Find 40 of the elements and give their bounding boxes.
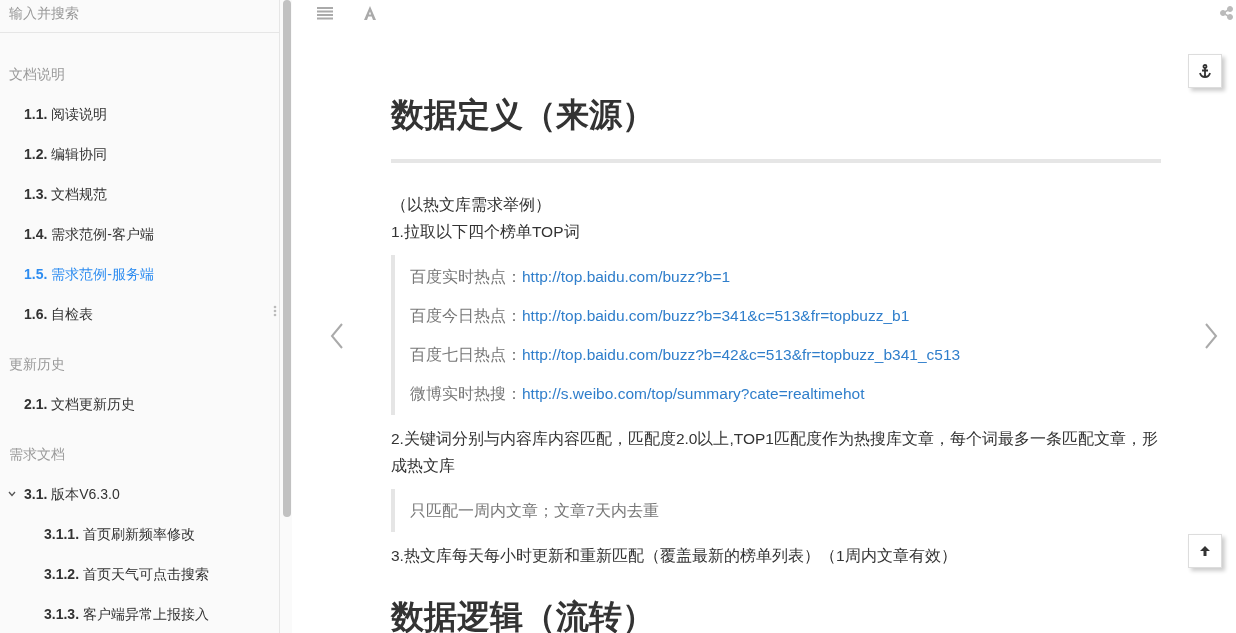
- url-link[interactable]: http://top.baidu.com/buzz?b=341&c=513&fr=topbuzz_b1: [522, 307, 910, 324]
- nav-link[interactable]: 1.3. 文档规范: [0, 174, 279, 214]
- nav-link[interactable]: 3.1.3. 客户端异常上报接入: [0, 594, 279, 633]
- font-size-icon[interactable]: [363, 6, 377, 20]
- section-header: 文档说明: [8, 65, 66, 84]
- quote-text: 只匹配一周内文章；文章7天内去重: [410, 502, 659, 519]
- resize-handle-icon[interactable]: [273, 305, 277, 317]
- nav-link[interactable]: 3.1. 版本V6.3.0: [0, 474, 279, 514]
- nav-link[interactable]: 2.1. 文档更新历史: [0, 384, 279, 424]
- next-page-icon[interactable]: [1204, 322, 1218, 350]
- share-icon[interactable]: [1220, 6, 1233, 20]
- quote-text: 百度实时热点：: [410, 268, 522, 285]
- anchor-icon: [1199, 64, 1211, 78]
- url-link[interactable]: http://top.baidu.com/buzz?b=1: [522, 268, 731, 285]
- caret-icon: [8, 490, 16, 498]
- url-link[interactable]: http://s.weibo.com/top/summary?cate=realtimehot: [522, 385, 865, 402]
- nav-link[interactable]: 1.1. 阅读说明: [0, 94, 279, 134]
- arrow-up-icon: [1199, 545, 1211, 557]
- paragraph: （以热文库需求举例）: [391, 195, 552, 215]
- quote-text: 百度今日热点：: [410, 307, 522, 324]
- nav-link[interactable]: 3.1.1. 首页刷新频率修改: [0, 514, 279, 554]
- paragraph: 2.关键词分别与内容库内容匹配，匹配度2.0以上,TOP1匹配度作为热搜库文章，每个词最多一条匹配文章，形成热文库: [391, 429, 1159, 476]
- paragraph: 3.热文库每天每小时更新和重新匹配（覆盖最新的榜单列表）（1周内文章有效）: [391, 546, 958, 566]
- scrollbar-thumb[interactable]: [283, 0, 291, 517]
- url-link[interactable]: http://top.baidu.com/buzz?b=42&c=513&fr=topbuzz_b341_c513: [522, 346, 961, 363]
- paragraph: 1.拉取以下四个榜单TOP词: [391, 222, 581, 242]
- nav-link[interactable]: 3.1.2. 首页天气可点击搜索: [0, 554, 279, 594]
- quote-text: 百度七日热点：: [410, 346, 522, 363]
- back-to-top-button[interactable]: [1188, 534, 1222, 568]
- quote-text: 微博实时热搜：: [410, 385, 522, 402]
- section-header: 更新历史: [8, 355, 66, 374]
- section-header: 需求文档: [8, 445, 66, 464]
- anchor-button[interactable]: [1188, 54, 1222, 88]
- nav-link[interactable]: 1.4. 需求范例-客户端: [0, 214, 279, 254]
- previous-page-icon[interactable]: [330, 322, 344, 350]
- menu-icon[interactable]: [317, 6, 333, 20]
- page-title: 数据定义（来源）: [391, 93, 1161, 163]
- nav-link[interactable]: 1.2. 编辑协同: [0, 134, 279, 174]
- nav-link[interactable]: 1.6. 自检表: [0, 294, 279, 334]
- search-field[interactable]: 输入并搜索: [0, 0, 279, 33]
